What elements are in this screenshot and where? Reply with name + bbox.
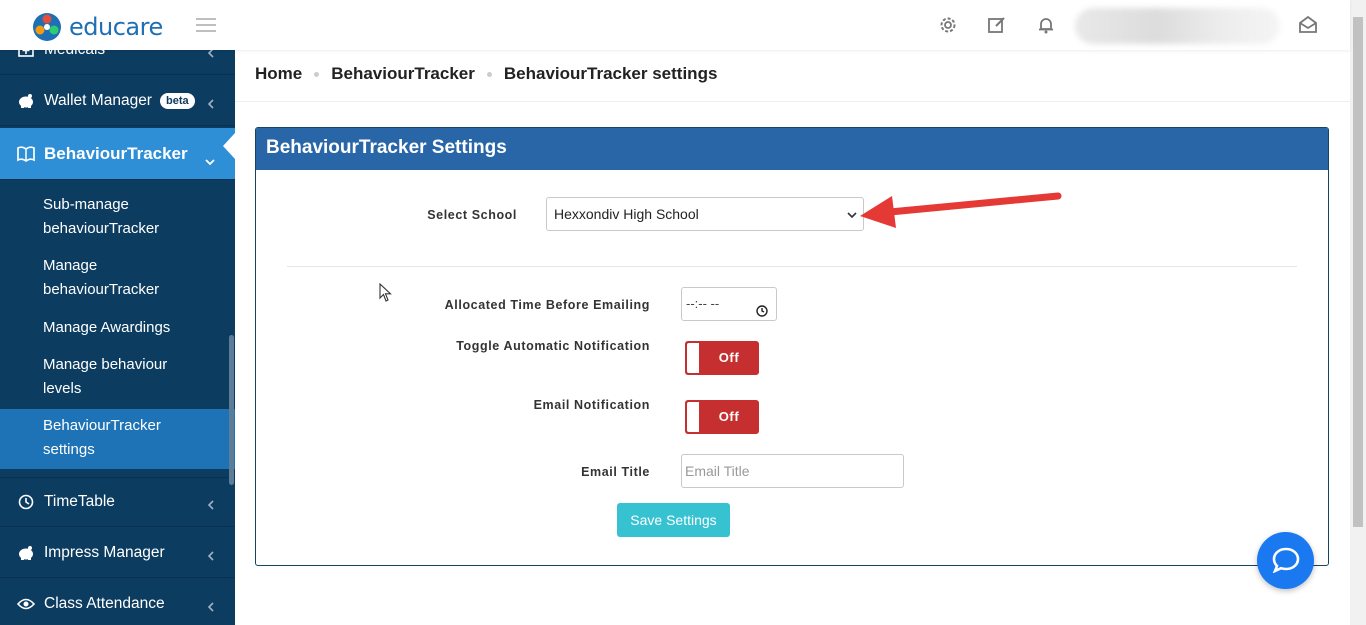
sidebar-scrollbar[interactable] [229, 335, 234, 485]
bell-icon[interactable] [1036, 15, 1056, 40]
breadcrumb-separator [314, 71, 320, 77]
mouse-cursor-icon [379, 283, 392, 302]
sidebar-item-label: Class Attendance [44, 594, 165, 612]
sidebar-item-label: BehaviourTracker [44, 143, 188, 163]
sidebar-item-label: Medicals [44, 50, 105, 59]
breadcrumb-behaviourtracker[interactable]: BehaviourTracker [331, 64, 475, 84]
chat-button[interactable] [1257, 532, 1314, 589]
breadcrumb-home[interactable]: Home [255, 64, 302, 84]
piggy-bank-icon [17, 544, 35, 562]
chevron-left-icon [207, 548, 215, 566]
toggle-knob [687, 402, 699, 432]
page-scrollbar[interactable] [1350, 0, 1366, 625]
clock-icon [756, 297, 768, 329]
edit-icon[interactable] [987, 15, 1007, 40]
book-icon [17, 145, 35, 163]
breadcrumb-current: BehaviourTracker settings [503, 64, 718, 83]
sidebar-item-behaviourtracker[interactable]: BehaviourTracker [0, 128, 235, 180]
toggle-state: Off [718, 409, 740, 424]
scrollbar-thumb[interactable] [1353, 17, 1363, 527]
email-title-label: Email Title [581, 465, 650, 479]
logo-icon [32, 12, 62, 42]
sidebar-subitem-behaviourtracker-settings[interactable]: BehaviourTracker settings [0, 409, 235, 469]
sidebar-item-label: TimeTable [44, 493, 115, 510]
menu-toggle-icon[interactable] [196, 18, 216, 32]
allocated-time-value: --:-- -- [686, 296, 720, 311]
chevron-left-icon [207, 96, 215, 114]
toggle-state: Off [718, 350, 740, 365]
email-notification-label: Email Notification [533, 398, 650, 412]
mail-open-icon[interactable] [1298, 15, 1318, 40]
annotation-arrow [860, 192, 1062, 228]
toggle-knob [687, 343, 699, 373]
sidebar: Medicals Wallet Manager beta BehaviourTr… [0, 50, 235, 625]
breadcrumb-divider [235, 101, 1350, 102]
active-pointer [223, 133, 235, 159]
user-profile[interactable] [1075, 8, 1280, 44]
eye-icon [17, 595, 35, 613]
select-school-label: Select School [427, 208, 517, 222]
sidebar-subitem-manage-awardings[interactable]: Manage Awardings [0, 316, 235, 340]
sidebar-item-impress-manager[interactable]: Impress Manager [0, 528, 235, 578]
allocated-time-label: Allocated Time Before Emailing [444, 298, 650, 312]
chevron-left-icon [207, 50, 215, 63]
sidebar-subitem-manage-behaviour-levels[interactable]: Manage behaviour levels [0, 353, 235, 401]
clock-icon [17, 493, 35, 511]
chat-bubble-icon [1272, 547, 1300, 578]
logo-text: educare [69, 13, 163, 41]
sidebar-item-class-attendance[interactable]: Class Attendance [0, 579, 235, 625]
form-divider [287, 266, 1297, 267]
medical-icon [17, 50, 35, 59]
sidebar-item-label: Impress Manager [44, 543, 165, 561]
school-select[interactable]: Hexxondiv High School [546, 197, 864, 231]
sidebar-item-wallet-manager[interactable]: Wallet Manager beta [0, 76, 235, 126]
piggy-bank-icon [17, 92, 35, 110]
sidebar-item-timetable[interactable]: TimeTable [0, 477, 235, 527]
sidebar-subitem-sub-manage[interactable]: Sub-manage behaviourTracker [0, 193, 235, 241]
panel-title: BehaviourTracker Settings [256, 128, 1328, 170]
beta-badge: beta [159, 92, 195, 109]
breadcrumb: Home BehaviourTracker BehaviourTracker s… [255, 64, 717, 84]
school-select-value: Hexxondiv High School [554, 206, 699, 222]
sidebar-item-label: Wallet Manager [44, 91, 152, 109]
logo[interactable]: educare [32, 12, 163, 42]
sidebar-item-medicals[interactable]: Medicals [0, 50, 235, 75]
email-title-input[interactable]: Email Title [681, 454, 904, 488]
chevron-left-icon [207, 497, 215, 515]
chevron-down-icon [205, 151, 215, 171]
allocated-time-input[interactable]: --:-- -- [681, 287, 777, 321]
save-settings-button[interactable]: Save Settings [617, 503, 730, 537]
sidebar-subitem-manage-behaviourtracker[interactable]: Manage behaviourTracker [0, 254, 235, 302]
auto-notification-toggle[interactable]: Off [685, 341, 759, 375]
chevron-left-icon [207, 599, 215, 617]
breadcrumb-separator [486, 71, 492, 77]
gear-icon[interactable] [938, 15, 958, 40]
top-bar: educare [0, 0, 1350, 50]
email-notification-toggle[interactable]: Off [685, 400, 759, 434]
auto-notification-label: Toggle Automatic Notification [456, 339, 650, 353]
